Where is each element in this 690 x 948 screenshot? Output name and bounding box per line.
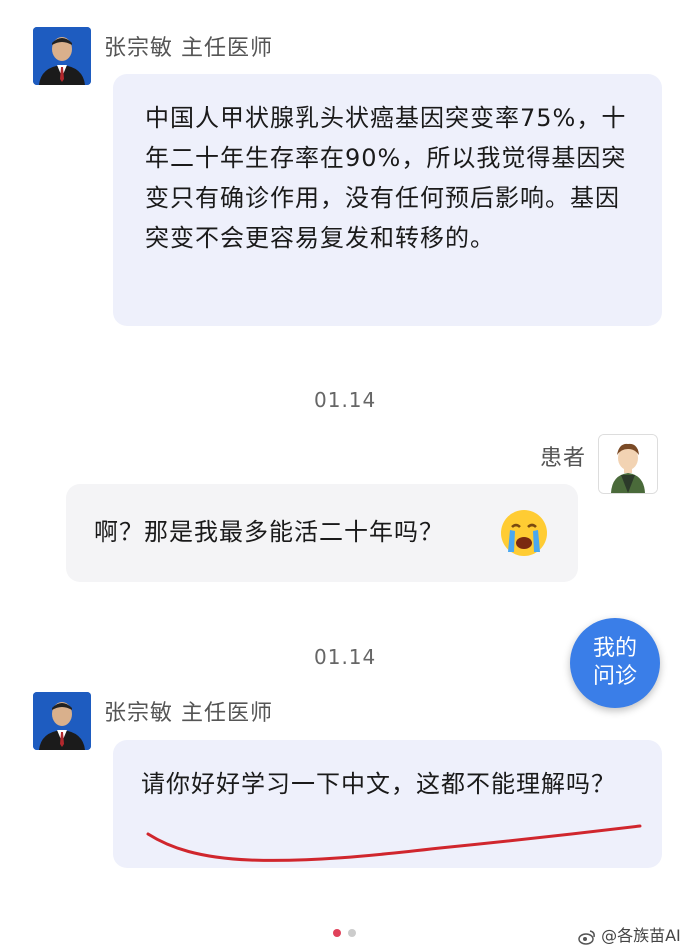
my-consultation-label: 我的问诊 (592, 636, 637, 689)
patient-name: 患者 (540, 446, 587, 471)
patient-avatar[interactable] (598, 434, 658, 494)
doctor-message-text: 中国人甲状腺乳头状癌基因突变率75%，十年二十年生存率在90%，所以我觉得基因突… (145, 104, 627, 252)
weibo-icon (578, 929, 595, 945)
patient-cartoon-icon (599, 435, 657, 493)
doctor-name: 张宗敏 主任医师 (104, 36, 273, 61)
doctor-message-bubble: 中国人甲状腺乳头状癌基因突变率75%，十年二十年生存率在90%，所以我觉得基因突… (113, 74, 662, 326)
doctor-message-text: 请你好好学习一下中文，这都不能理解吗？ (141, 770, 616, 798)
patient-message-text: 啊？那是我最多能活二十年吗？ (94, 518, 444, 546)
doctor-portrait-icon (33, 27, 91, 85)
doctor-portrait-icon (33, 692, 91, 750)
red-underline-annotation (146, 824, 642, 862)
doctor-name: 张宗敏 主任医师 (104, 701, 273, 726)
watermark-text: @各族苗AI (601, 926, 681, 945)
timestamp: 01.14 (314, 388, 377, 412)
patient-message-bubble: 啊？那是我最多能活二十年吗？ (66, 484, 578, 582)
timestamp: 01.14 (314, 645, 377, 669)
page-dot[interactable] (348, 929, 356, 937)
doctor-avatar[interactable] (33, 692, 91, 750)
page-dot-active[interactable] (333, 929, 341, 937)
doctor-avatar[interactable] (33, 27, 91, 85)
crying-face-icon (501, 510, 547, 556)
watermark: @各族苗AI (578, 922, 681, 946)
my-consultation-button[interactable]: 我的问诊 (570, 618, 660, 708)
